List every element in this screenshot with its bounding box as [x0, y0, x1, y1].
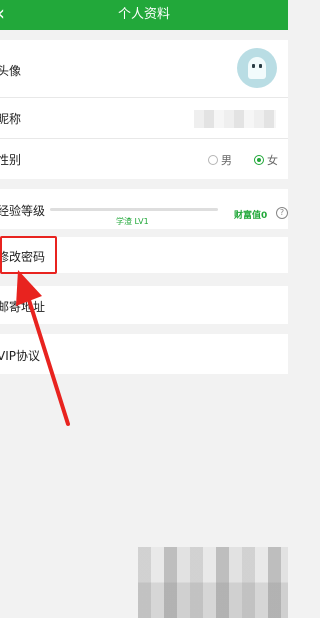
annotation-arrow — [16, 270, 70, 426]
annotation-arrow-head — [16, 270, 42, 306]
annotation-arrow-shaft — [27, 298, 70, 426]
pixelated-region — [138, 547, 288, 618]
